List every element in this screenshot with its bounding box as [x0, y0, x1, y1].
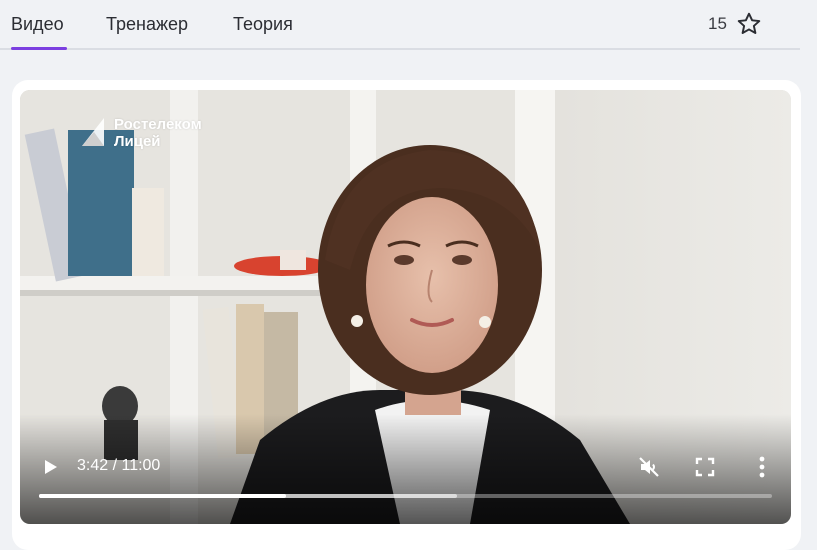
video-player[interactable]: Ростелеком Лицей 3:42 / 11:00: [20, 90, 791, 524]
logo-line-1: Ростелеком: [114, 116, 202, 133]
tab-video[interactable]: Видео: [11, 14, 64, 50]
favorites-count: 15: [708, 14, 727, 33]
played-bar: [39, 494, 286, 498]
time-display: 3:42 / 11:00: [77, 457, 161, 474]
logo-mark-icon: [82, 118, 104, 146]
play-icon[interactable]: [40, 457, 60, 477]
more-vertical-icon[interactable]: [754, 454, 770, 480]
progress-track[interactable]: [39, 494, 772, 498]
tab-theory[interactable]: Теория: [233, 14, 293, 50]
logo-line-2: Лицей: [114, 133, 161, 150]
tab-bar: Видео Тренажер Теория 15: [0, 0, 800, 50]
tab-trainer[interactable]: Тренажер: [106, 14, 188, 50]
active-tab-indicator: [11, 47, 67, 50]
rostelecom-lyceum-logo: Ростелеком Лицей: [80, 116, 202, 150]
star-icon[interactable]: [736, 11, 762, 37]
fullscreen-icon[interactable]: [694, 456, 716, 478]
mute-icon[interactable]: [637, 455, 661, 479]
